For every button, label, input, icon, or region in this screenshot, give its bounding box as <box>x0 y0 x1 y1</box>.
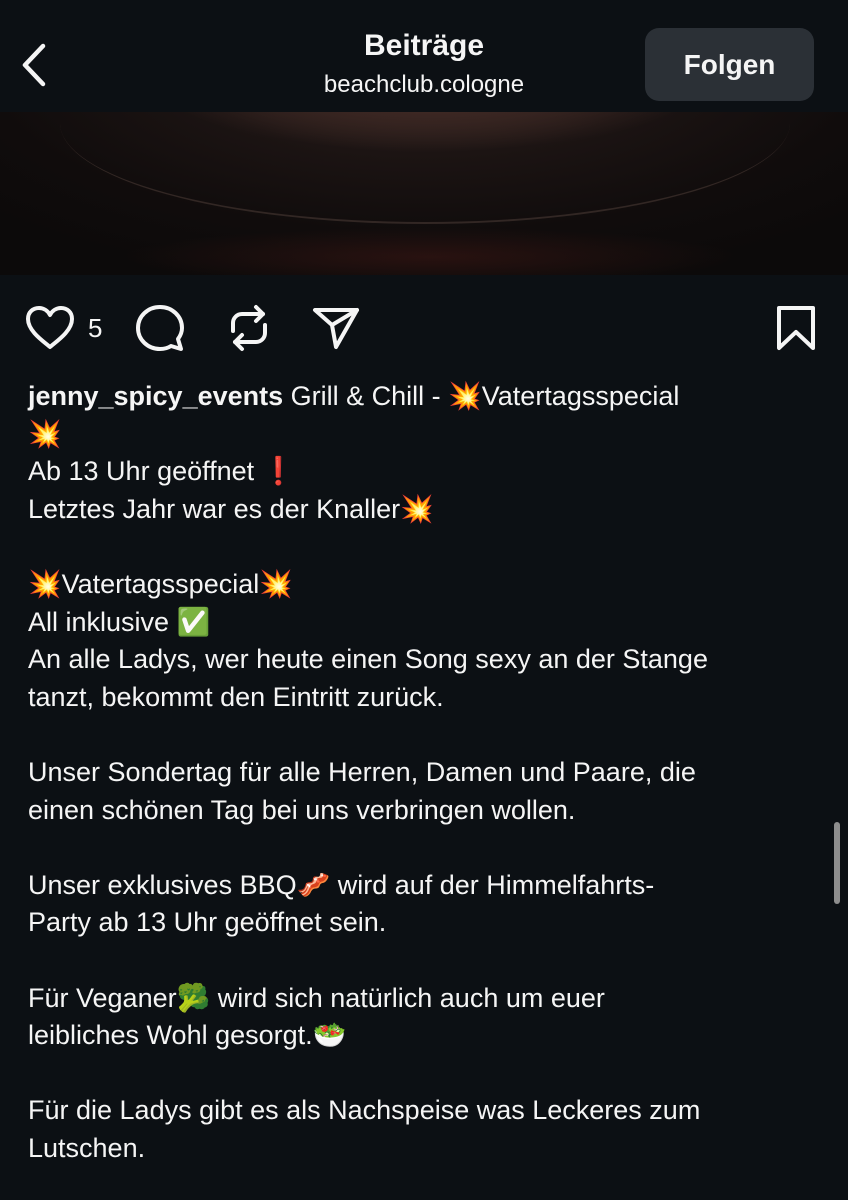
bookmark-outline-icon <box>777 306 815 350</box>
caption-line: Für die Ladys gibt es als Nachspeise was… <box>28 1095 701 1126</box>
repost-button[interactable] <box>221 300 277 356</box>
caption-line: 💥Vatertagsspecial💥 <box>28 568 293 599</box>
caption-line: Ab 13 Uhr geöffnet ❗ <box>28 456 296 487</box>
page-title: Beiträge <box>363 29 485 62</box>
account-name[interactable]: beachclub.cologne <box>224 68 624 102</box>
caption-line: All inklusive ✅ <box>28 606 211 637</box>
post-caption: jenny_spicy_events Grill & Chill - 💥Vate… <box>28 378 823 1167</box>
post-image[interactable] <box>0 112 848 275</box>
caption-line <box>28 716 823 754</box>
repost-arrows-icon <box>231 305 267 351</box>
like-button[interactable] <box>22 300 78 356</box>
caption-line: leibliches Wohl gesorgt.🥗 <box>28 1020 347 1051</box>
header-titles: Beiträge beachclub.cologne <box>224 26 624 102</box>
scrollbar[interactable] <box>834 822 840 904</box>
caption-line: Party ab 13 Uhr geöffnet sein. <box>28 907 387 938</box>
caption-line: Lutschen. <box>28 1132 146 1163</box>
caption-username[interactable]: jenny_spicy_events <box>28 381 283 411</box>
caption-line <box>28 829 823 867</box>
action-bar: 5 <box>0 300 848 360</box>
post-detail-screen: Beiträge beachclub.cologne Folgen 5 jenn… <box>0 0 848 1200</box>
caption-line: Grill & Chill - 💥Vatertagsspecial <box>283 381 680 411</box>
caption-line: An alle Ladys, wer heute einen Song sexy… <box>28 644 708 675</box>
comment-bubble-icon <box>136 305 184 351</box>
caption-line <box>28 942 823 980</box>
caption-line: einen schönen Tag bei uns verbringen wol… <box>28 794 576 825</box>
caption-first-line: jenny_spicy_events Grill & Chill - 💥Vate… <box>28 378 823 416</box>
image-glow <box>120 227 740 275</box>
caption-line: 💥 <box>28 418 62 449</box>
save-button[interactable] <box>768 300 824 356</box>
chevron-left-icon <box>22 43 46 87</box>
caption-line <box>28 528 823 566</box>
caption-line: tanzt, bekommt den Eintritt zurück. <box>28 681 444 712</box>
paper-plane-icon <box>313 308 359 349</box>
follow-button[interactable]: Folgen <box>645 28 814 101</box>
share-button[interactable] <box>308 300 364 356</box>
caption-line: Unser exklusives BBQ🥓 wird auf der Himme… <box>28 869 655 900</box>
like-count[interactable]: 5 <box>88 312 102 344</box>
back-button[interactable] <box>14 38 54 92</box>
caption-line: Unser Sondertag für alle Herren, Damen u… <box>28 756 696 787</box>
heart-outline-icon <box>26 306 74 349</box>
caption-line: Letztes Jahr war es der Knaller💥 <box>28 493 434 524</box>
caption-line <box>28 1055 823 1093</box>
comment-button[interactable] <box>132 300 188 356</box>
top-bar: Beiträge beachclub.cologne Folgen <box>0 0 848 112</box>
caption-line: Für Veganer🥦 wird sich natürlich auch um… <box>28 982 605 1013</box>
